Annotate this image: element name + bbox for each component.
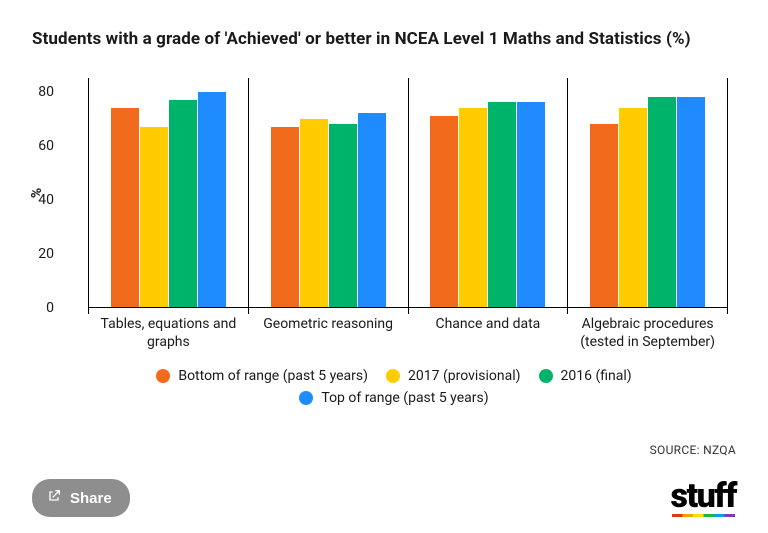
category-label: Algebraic procedures (tested in Septembe… — [568, 308, 727, 351]
legend-item: Bottom of range (past 5 years) — [156, 368, 368, 384]
legend: Bottom of range (past 5 years) 2017 (prov… — [60, 368, 728, 406]
share-icon — [46, 488, 62, 508]
legend-label: 2017 (provisional) — [408, 368, 521, 384]
legend-swatch — [299, 391, 313, 405]
bars — [249, 78, 408, 308]
legend-swatch — [156, 369, 170, 383]
bar-group: Tables, equations and graphs — [88, 78, 248, 308]
legend-label: Bottom of range (past 5 years) — [178, 368, 368, 384]
bars — [568, 78, 727, 308]
source-attribution: SOURCE: NZQA — [650, 443, 736, 457]
category-label: Tables, equations and graphs — [89, 308, 248, 351]
brand-rainbow-underline — [672, 514, 735, 517]
bar — [619, 108, 647, 308]
y-tick-label: 20 — [38, 246, 54, 262]
y-tick-label: 60 — [38, 138, 54, 154]
x-axis-baseline — [88, 307, 728, 308]
bar — [140, 127, 168, 308]
bar — [300, 119, 328, 308]
legend-swatch — [539, 369, 553, 383]
bar — [590, 124, 618, 308]
y-tick-label: 0 — [46, 300, 54, 316]
footer: Share stuff — [32, 479, 736, 517]
source-prefix: SOURCE: — [650, 443, 703, 457]
brand-text: stuff — [671, 476, 736, 516]
bar-group: Geometric reasoning — [248, 78, 408, 308]
bar — [430, 116, 458, 308]
legend-item: 2017 (provisional) — [386, 368, 521, 384]
bar — [648, 97, 676, 308]
chart-container: Students with a grade of 'Achieved' or b… — [0, 0, 768, 533]
share-button-label: Share — [70, 490, 112, 507]
bar — [358, 113, 386, 308]
bar — [169, 100, 197, 308]
bar — [677, 97, 705, 308]
y-tick-label: 40 — [38, 192, 54, 208]
bar — [198, 92, 226, 308]
bar-group: Algebraic procedures (tested in Septembe… — [567, 78, 728, 308]
source-name: NZQA — [703, 443, 736, 457]
category-label: Geometric reasoning — [249, 308, 408, 334]
bar-group: Chance and data — [408, 78, 568, 308]
category-label: Chance and data — [409, 308, 568, 334]
share-button[interactable]: Share — [32, 479, 130, 517]
bar — [271, 127, 299, 308]
bars — [89, 78, 248, 308]
bars — [409, 78, 568, 308]
plot-area: % 020406080 Tables, equations and graphs… — [60, 78, 728, 308]
legend-label: 2016 (final) — [561, 368, 632, 384]
y-tick-label: 80 — [38, 84, 54, 100]
bar — [459, 108, 487, 308]
plot-inner: Tables, equations and graphsGeometric re… — [88, 78, 728, 308]
bar — [111, 108, 139, 308]
brand-logo: stuff — [671, 479, 736, 517]
legend-label: Top of range (past 5 years) — [321, 390, 488, 406]
bar — [488, 102, 516, 308]
legend-item: Top of range (past 5 years) — [299, 390, 488, 406]
legend-item: 2016 (final) — [539, 368, 632, 384]
bar — [517, 102, 545, 308]
legend-swatch — [386, 369, 400, 383]
bar — [329, 124, 357, 308]
bar-groups: Tables, equations and graphsGeometric re… — [88, 78, 728, 308]
chart-title: Students with a grade of 'Achieved' or b… — [32, 28, 736, 50]
